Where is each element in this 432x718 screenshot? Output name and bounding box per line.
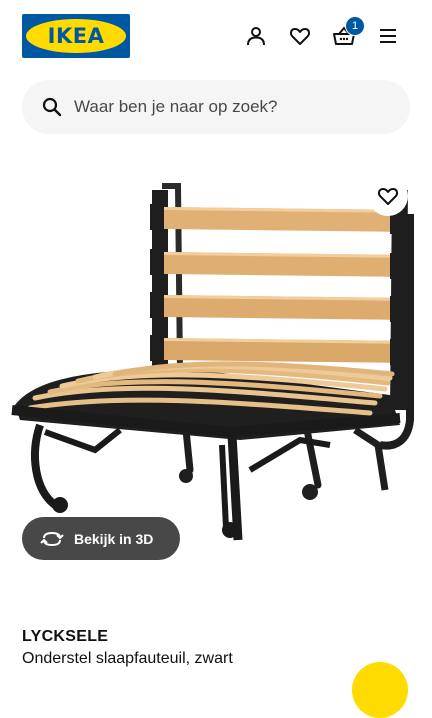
search-bar[interactable]: Waar ben je naar op zoek? [22,80,410,134]
product-description: Onderstel slaapfauteuil, zwart [22,650,233,667]
profile-icon[interactable] [244,24,268,48]
favourite-button[interactable] [368,176,408,216]
floating-action-button[interactable] [352,662,408,718]
ikea-logo[interactable]: IKEA [22,14,130,58]
menu-icon[interactable] [376,24,400,48]
logo-text: IKEA [47,24,105,48]
view-in-3d-label: Bekijk in 3D [74,530,154,547]
header: IKEA 1 [0,0,432,72]
product-name: LYCKSELE [22,628,109,645]
search-placeholder: Waar ben je naar op zoek? [74,97,278,116]
view-in-3d-button[interactable]: Bekijk in 3D [22,517,180,560]
rotate-3d-icon [40,531,64,546]
heart-outline-icon [377,187,399,205]
search-icon [42,97,62,117]
heart-icon[interactable] [288,24,312,48]
cart-count-badge: 1 [345,16,365,36]
